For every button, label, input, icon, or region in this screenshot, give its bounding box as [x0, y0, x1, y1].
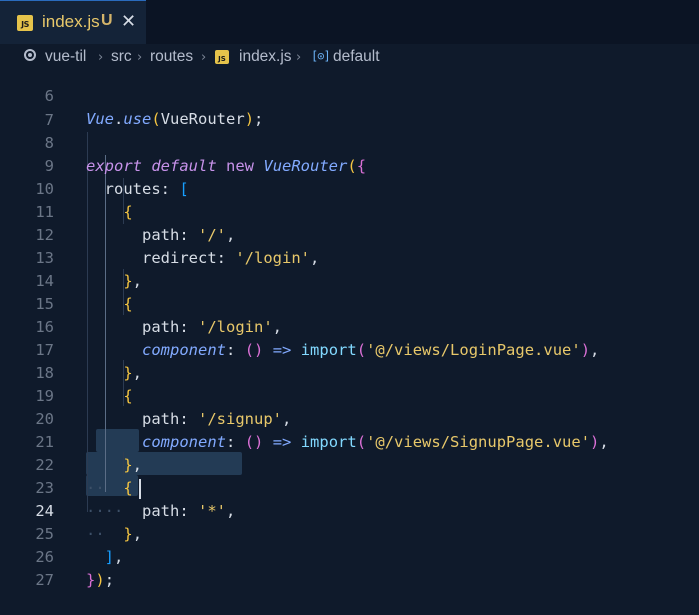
code-line: 27	[0, 546, 699, 589]
code-line: 16 component: () => import('@/views/Logi…	[0, 293, 699, 359]
code-line: 9 routes: [	[0, 132, 699, 198]
code-line: 23 ···· path: '*',	[0, 454, 699, 520]
token: }	[86, 571, 96, 589]
code-line: 13 },	[0, 224, 699, 290]
code-line: 25 ],	[0, 500, 699, 566]
code-line: 14 {	[0, 247, 699, 313]
token: ;	[104, 571, 115, 589]
symbol-variable-icon: [⊙]	[311, 49, 331, 63]
code-line: 8 export default new VueRouter({	[0, 109, 699, 175]
code-line-active: 24 ·· },	[0, 477, 699, 543]
code-editor[interactable]: 6 Vue.use(VueRouter); 7 8 export default…	[0, 70, 699, 589]
code-line: 10 {	[0, 155, 699, 221]
code-line: 11 path: '/',	[0, 178, 699, 244]
code-line: 18 {	[0, 339, 699, 405]
tab-index-js[interactable]: JS index.js U ✕	[0, 0, 146, 44]
code-line: 15 path: '/login',	[0, 270, 699, 336]
code-line: 22 ·· {	[0, 431, 699, 497]
code-line: 26 });	[0, 523, 699, 589]
code-line: 20 component: () => import('@/views/Sign…	[0, 385, 699, 451]
code-line: 19 path: '/signup',	[0, 362, 699, 428]
close-icon[interactable]: ✕	[121, 11, 136, 32]
tab-bar: JS index.js U ✕	[0, 0, 699, 44]
text-cursor	[139, 479, 141, 499]
code-line: 7	[0, 86, 699, 129]
tab-title: index.js	[42, 12, 100, 31]
folder-root-icon	[24, 49, 36, 61]
code-line: 17 },	[0, 316, 699, 382]
token: )	[95, 571, 105, 589]
code-line: 21 },	[0, 408, 699, 474]
line-number: 27	[35, 571, 54, 589]
untracked-status-badge: U	[101, 12, 113, 29]
code-line: 6 Vue.use(VueRouter);	[0, 62, 699, 128]
code-line: 12 redirect: '/login',	[0, 201, 699, 267]
js-file-icon: JS	[17, 15, 33, 31]
